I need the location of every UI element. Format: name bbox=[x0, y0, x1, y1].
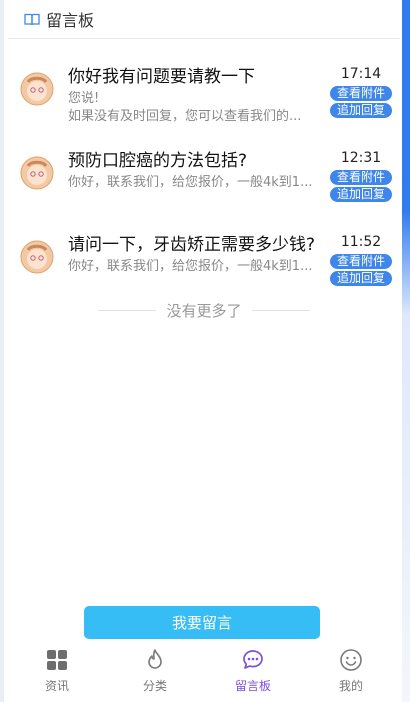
tab-category[interactable]: 分类 bbox=[106, 644, 204, 694]
no-more-text: 没有更多了 bbox=[166, 301, 242, 320]
message-time: 17:14 bbox=[340, 66, 382, 82]
avatar bbox=[20, 156, 54, 190]
smile-icon bbox=[340, 649, 362, 671]
message-time: 11:52 bbox=[340, 234, 382, 250]
tab-news[interactable]: 资讯 bbox=[8, 644, 106, 694]
avatar bbox=[20, 72, 54, 106]
tab-label: 分类 bbox=[142, 679, 167, 693]
divider-line bbox=[98, 309, 157, 311]
view-attachment-button[interactable]: 查看附件 bbox=[330, 170, 392, 185]
add-reply-button[interactable]: 追加回复 bbox=[330, 187, 392, 202]
preview-line: 你好，联系我们，给您报价，一般4k到1... bbox=[68, 259, 313, 274]
view-attachment-button[interactable]: 查看附件 bbox=[330, 254, 392, 269]
header-bar: 留言板 bbox=[8, 0, 400, 39]
grid-icon bbox=[47, 650, 67, 670]
message-list: 你好我有问题要请教一下 您说! 如果没有及时回复，您可以查看我们的... 17:… bbox=[8, 40, 400, 300]
message-item[interactable]: 请问一下，牙齿矫正需要多少钱? 你好，联系我们，给您报价，一般4k到1... 1… bbox=[8, 216, 400, 300]
add-reply-button[interactable]: 追加回复 bbox=[330, 271, 392, 286]
preview-line: 你好，联系我们，给您报价，一般4k到1... bbox=[68, 175, 313, 190]
tab-label: 资讯 bbox=[44, 679, 69, 693]
tab-message-board[interactable]: 留言板 bbox=[204, 644, 302, 694]
message-item[interactable]: 预防口腔癌的方法包括? 你好，联系我们，给您报价，一般4k到1... 12:31… bbox=[8, 132, 400, 216]
tab-label: 留言板 bbox=[234, 679, 271, 693]
preview-line: 您说! bbox=[68, 91, 100, 106]
message-title: 预防口腔癌的方法包括? bbox=[68, 151, 248, 171]
book-icon bbox=[24, 13, 40, 25]
page-title: 留言板 bbox=[46, 11, 95, 30]
tab-profile[interactable]: 我的 bbox=[302, 644, 400, 694]
add-reply-button[interactable]: 追加回复 bbox=[330, 103, 392, 118]
bottom-tab-bar: 资讯 分类 留言板 我的 bbox=[8, 644, 400, 694]
no-more-divider: 没有更多了 bbox=[8, 300, 400, 320]
view-attachment-button[interactable]: 查看附件 bbox=[330, 86, 392, 101]
chat-icon bbox=[243, 650, 263, 669]
tab-label: 我的 bbox=[338, 679, 363, 693]
message-preview: 你好，联系我们，给您报价，一般4k到1... bbox=[68, 174, 324, 192]
message-time: 12:31 bbox=[340, 150, 382, 166]
scroll-edge bbox=[402, 0, 410, 702]
message-title: 请问一下，牙齿矫正需要多少钱? bbox=[68, 235, 316, 255]
divider-line bbox=[251, 309, 310, 311]
left-edge bbox=[0, 0, 4, 702]
preview-line: 如果没有及时回复，您可以查看我们的... bbox=[68, 109, 302, 124]
message-preview: 您说! 如果没有及时回复，您可以查看我们的... bbox=[68, 90, 324, 126]
message-preview: 你好，联系我们，给您报价，一般4k到1... bbox=[68, 258, 324, 276]
avatar bbox=[20, 240, 54, 274]
flame-icon bbox=[148, 649, 162, 669]
post-message-button[interactable]: 我要留言 bbox=[84, 606, 320, 639]
message-item[interactable]: 你好我有问题要请教一下 您说! 如果没有及时回复，您可以查看我们的... 17:… bbox=[8, 48, 400, 132]
message-title: 你好我有问题要请教一下 bbox=[68, 67, 255, 87]
